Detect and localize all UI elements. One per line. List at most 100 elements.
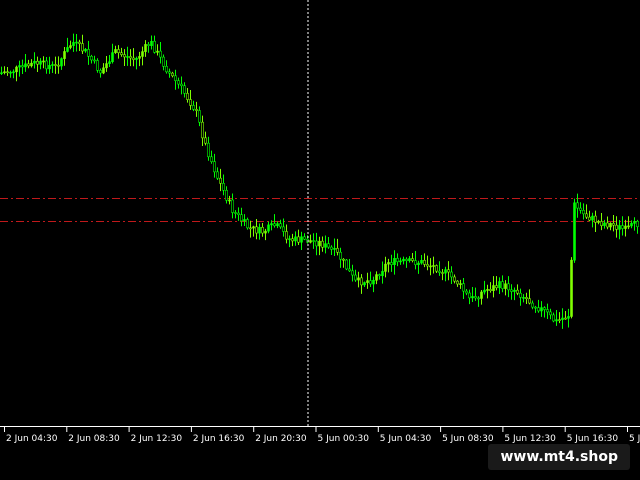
chart-window[interactable]: 2 Jun 04:30 2 Jun 08:30 2 Jun 12:30 2 Jun 1…: [0, 0, 640, 480]
candle-body: [492, 285, 495, 292]
candle-body: [465, 290, 468, 294]
candle-body: [342, 258, 345, 261]
candle-body: [123, 54, 126, 58]
candle-body: [372, 279, 375, 285]
candle-body: [153, 40, 156, 53]
candle-body: [18, 65, 21, 68]
candle-body: [333, 248, 336, 250]
candle-body: [357, 277, 360, 281]
candle-body: [618, 225, 621, 230]
candle-body: [549, 311, 552, 316]
candle-body: [585, 213, 588, 218]
candle-body: [24, 63, 27, 68]
candle-body: [222, 183, 225, 191]
candle-body: [402, 258, 405, 262]
candle-body: [348, 268, 351, 272]
candle-body: [159, 50, 162, 58]
candle-body: [369, 280, 372, 285]
candle-body: [600, 221, 603, 226]
candle-body: [528, 298, 531, 304]
price-chart[interactable]: 2 Jun 04:30 2 Jun 08:30 2 Jun 12:30 2 Jun 1…: [0, 0, 640, 452]
candle-body: [252, 226, 255, 229]
candle-body: [555, 319, 558, 322]
candle-body: [78, 41, 81, 44]
candle-body: [438, 270, 441, 273]
candle-body: [351, 270, 354, 276]
candle-body: [63, 51, 66, 59]
candle-body: [381, 271, 384, 277]
candle-body: [507, 283, 510, 291]
candle-body: [216, 171, 219, 179]
candle-body: [240, 214, 243, 222]
candle-body: [366, 280, 369, 283]
candle-body: [111, 52, 114, 63]
candle-body: [117, 49, 120, 54]
candle-body: [162, 56, 165, 67]
candle-body: [210, 156, 213, 162]
candle-body: [300, 236, 303, 243]
candle-body: [321, 240, 324, 248]
candle-body: [69, 45, 72, 48]
candle-body: [228, 199, 231, 202]
candle-body: [27, 63, 30, 67]
candle-body: [393, 258, 396, 265]
candle-body: [267, 224, 270, 232]
candle-body: [330, 246, 333, 250]
candle-body: [165, 66, 168, 73]
candle-body: [636, 220, 639, 227]
candle-body: [15, 66, 18, 73]
candle-body: [6, 71, 9, 74]
candle-body: [510, 289, 513, 292]
candle-body: [543, 307, 546, 310]
candle-body: [363, 282, 366, 286]
candle-body: [261, 226, 264, 234]
candle-body: [453, 276, 456, 282]
candle-body: [417, 262, 420, 266]
candle-body: [525, 297, 528, 300]
candle-body: [591, 215, 594, 221]
candle-body: [237, 212, 240, 215]
candle-body: [387, 262, 390, 265]
candle-body: [594, 215, 597, 223]
candle-body: [582, 210, 585, 215]
candle-body: [627, 225, 630, 228]
candle-body: [441, 272, 444, 274]
time-axis-label: 5 Jun 04:30: [380, 434, 432, 444]
candle-body: [72, 42, 75, 46]
candle-body: [93, 59, 96, 62]
candle-body: [513, 289, 516, 292]
candle-body: [336, 248, 339, 253]
time-axis-label: 5 Jun: [629, 434, 640, 444]
candle-body: [21, 65, 24, 68]
candle-body: [183, 85, 186, 94]
candle-body: [477, 297, 480, 300]
candle-body: [66, 47, 69, 52]
candle-body: [495, 285, 498, 289]
candle-body: [120, 52, 123, 55]
candle-body: [498, 281, 501, 289]
candle-body: [405, 258, 408, 262]
candle-body: [447, 269, 450, 273]
candle-body: [81, 43, 84, 52]
candle-body: [156, 50, 159, 53]
time-axis-label: 5 Jun 16:30: [567, 434, 619, 444]
candle-body: [531, 302, 534, 308]
candle-body: [297, 236, 300, 243]
candle-body: [633, 220, 636, 224]
candle-body: [486, 289, 489, 291]
candle-body: [504, 283, 507, 289]
candle-body: [168, 71, 171, 74]
candle-body: [534, 306, 537, 309]
candle-body: [456, 280, 459, 285]
candle-body: [597, 221, 600, 223]
candle-body: [213, 161, 216, 173]
candle-body: [138, 56, 141, 59]
candle-body: [84, 49, 87, 52]
candle-body: [564, 317, 567, 320]
candle-body: [327, 243, 330, 248]
candle-body: [207, 142, 210, 158]
candle-body: [606, 222, 609, 228]
candle-body: [231, 199, 234, 213]
candle-body: [105, 63, 108, 69]
candle-body: [516, 289, 519, 294]
